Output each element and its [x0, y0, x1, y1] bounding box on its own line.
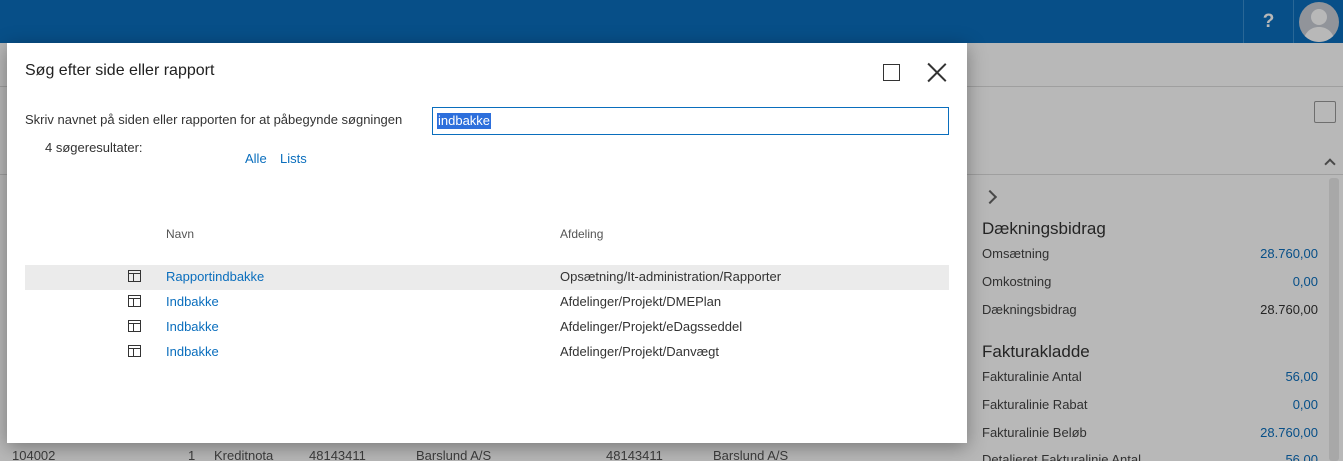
- list-page-icon: [128, 270, 141, 282]
- result-department: Opsætning/It-administration/Rapporter: [560, 269, 782, 284]
- maximize-icon[interactable]: [883, 64, 900, 81]
- result-department: Afdelinger/Projekt/eDagsseddel: [560, 319, 743, 334]
- result-name-link[interactable]: Indbakke: [166, 319, 219, 334]
- search-input[interactable]: indbakke: [432, 107, 949, 135]
- result-row[interactable]: Rapportindbakke Opsætning/It-administrat…: [25, 265, 949, 290]
- close-icon[interactable]: [926, 61, 948, 83]
- dialog-title: Søg efter side eller rapport: [25, 62, 215, 79]
- column-header-name[interactable]: Navn: [166, 227, 194, 241]
- result-name-link[interactable]: Rapportindbakke: [166, 269, 264, 284]
- list-page-icon: [128, 295, 141, 307]
- list-page-icon: [128, 320, 141, 332]
- result-row[interactable]: Indbakke Afdelinger/Projekt/DMEPlan: [25, 290, 949, 315]
- list-page-icon: [128, 345, 141, 357]
- search-input-value: indbakke: [437, 113, 492, 129]
- search-prompt-label: Skriv navnet på siden eller rapporten fo…: [25, 112, 403, 127]
- result-row[interactable]: Indbakke Afdelinger/Projekt/Danvægt: [25, 340, 949, 365]
- result-department: Afdelinger/Projekt/DMEPlan: [560, 294, 722, 309]
- result-count: 4 søgeresultater:: [45, 140, 143, 155]
- search-dialog: Søg efter side eller rapport Skriv navne…: [7, 43, 967, 443]
- result-name-link[interactable]: Indbakke: [166, 344, 219, 359]
- result-row[interactable]: Indbakke Afdelinger/Projekt/eDagsseddel: [25, 315, 949, 340]
- filter-lists[interactable]: Lists: [280, 151, 307, 166]
- result-name-link[interactable]: Indbakke: [166, 294, 219, 309]
- result-department: Afdelinger/Projekt/Danvægt: [560, 344, 719, 359]
- filter-all[interactable]: Alle: [245, 151, 267, 166]
- column-header-department[interactable]: Afdeling: [560, 227, 603, 241]
